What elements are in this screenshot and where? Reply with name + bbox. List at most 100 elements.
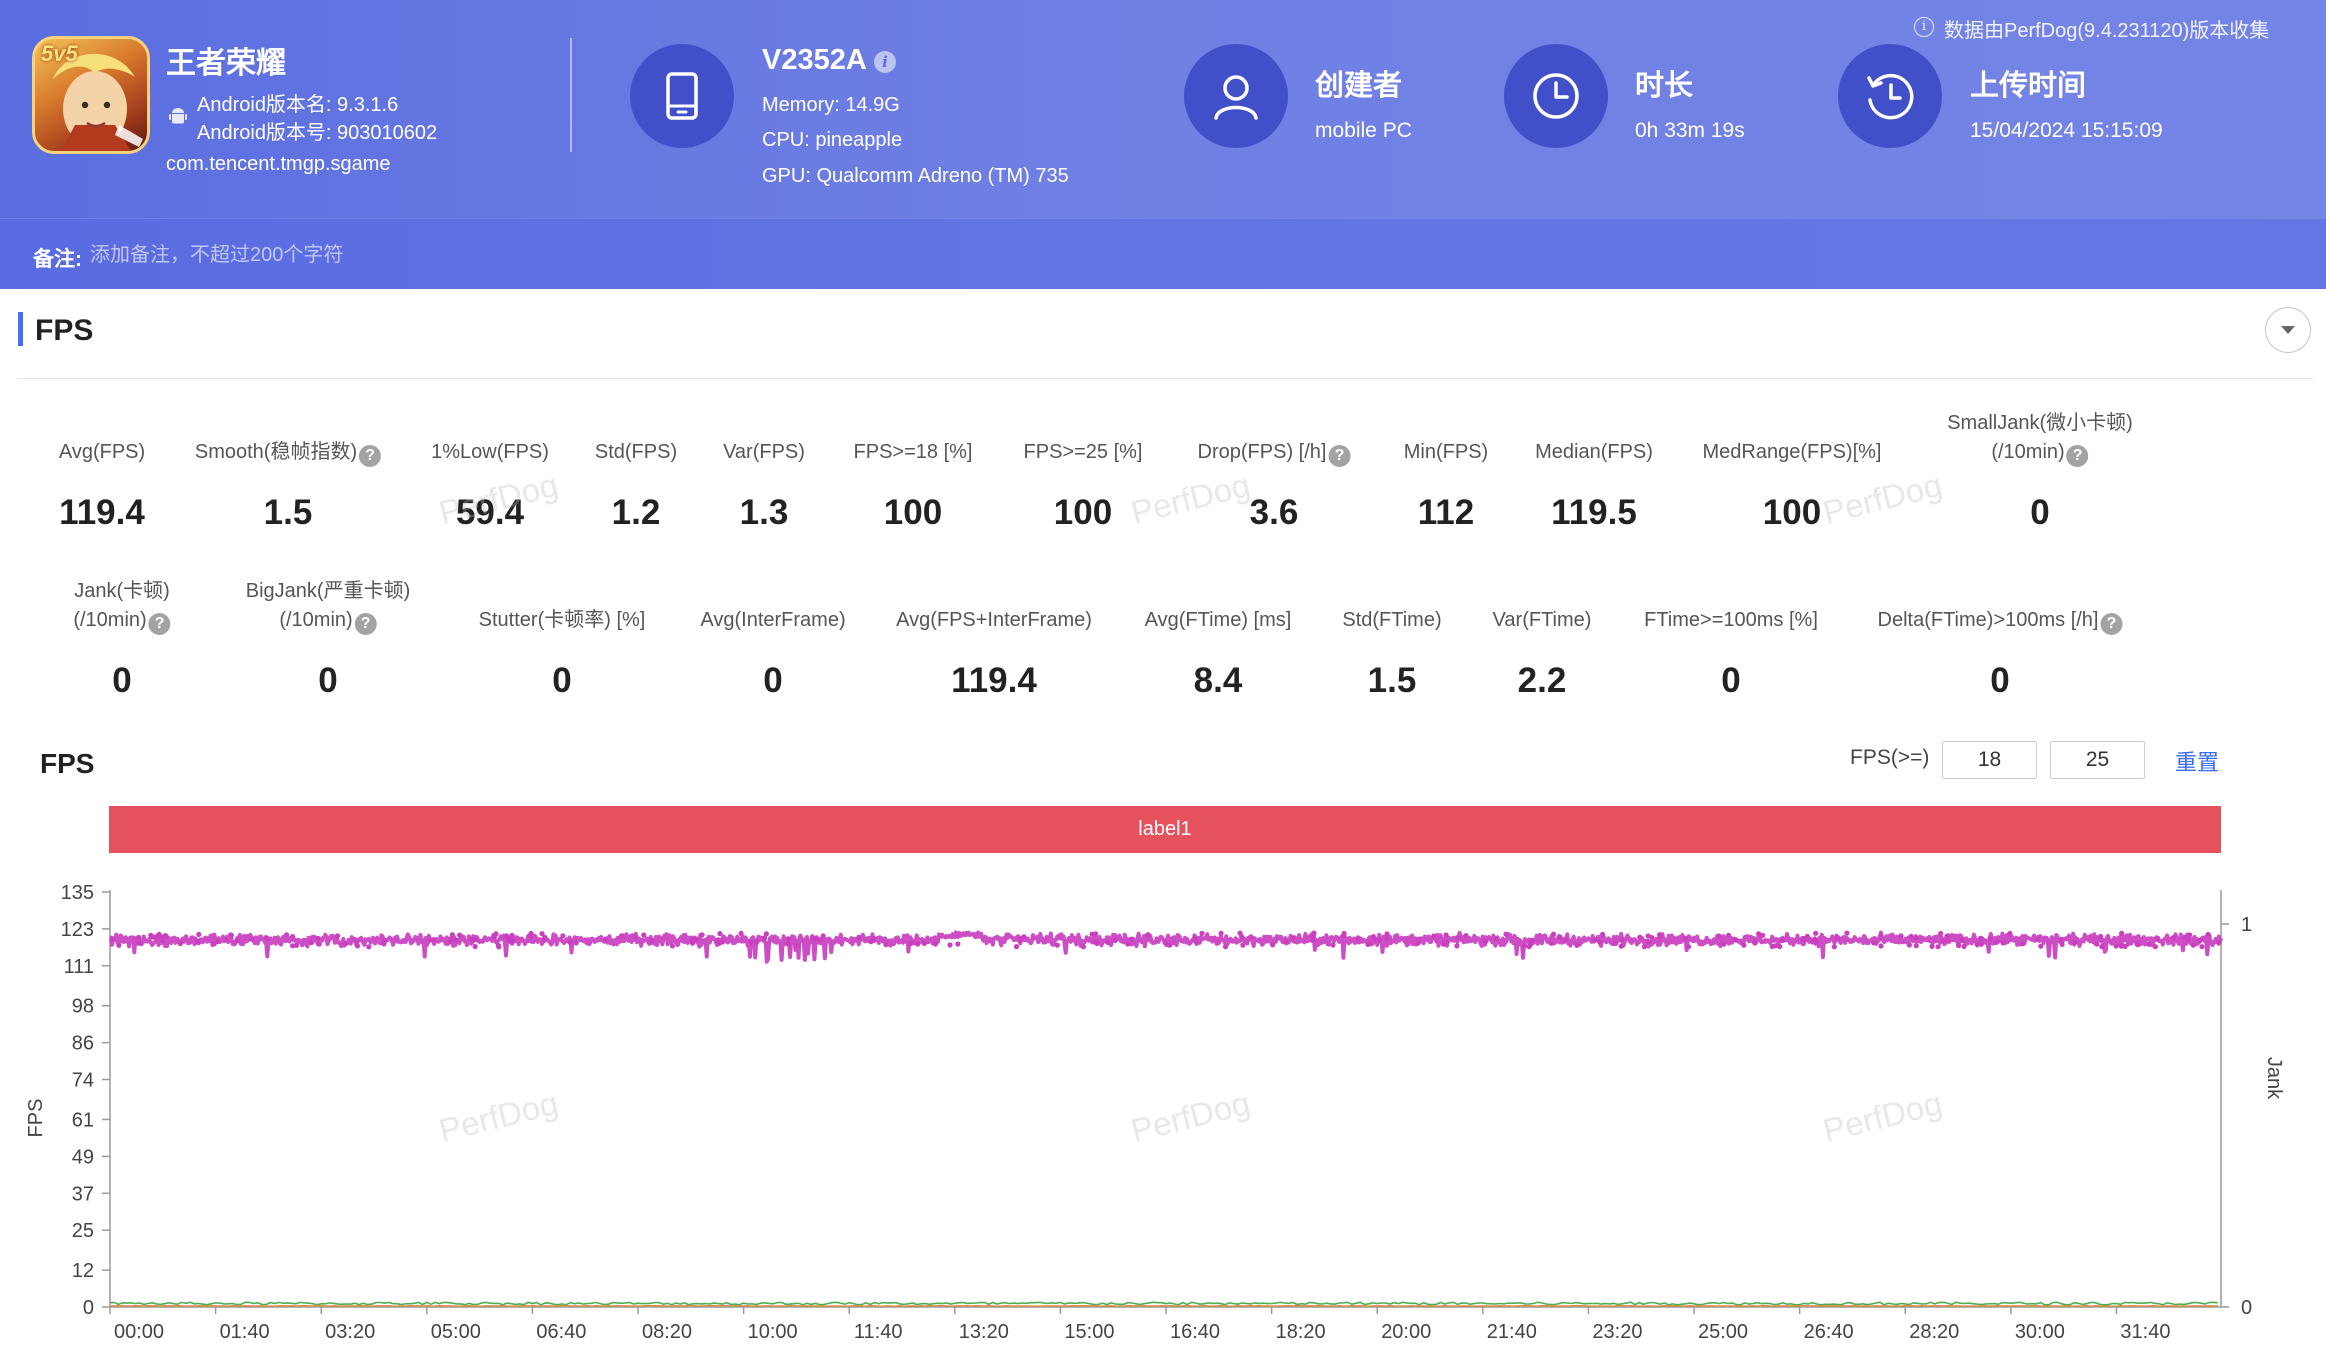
fps-point [699, 932, 705, 938]
fps-point [1619, 937, 1625, 943]
fps-point [1222, 944, 1229, 950]
help-icon[interactable]: ? [2100, 613, 2123, 635]
fps-point [366, 944, 372, 950]
upload-icon-circle [1838, 44, 1942, 148]
fps-point [342, 941, 349, 947]
fps-point [1330, 942, 1336, 948]
fps-point [248, 936, 254, 942]
label-band[interactable]: label1 [109, 806, 2221, 853]
metric-label: Std(FTime) [1342, 606, 1441, 635]
fps-point [1600, 931, 1606, 937]
fps-point [1913, 935, 1919, 941]
creator-title: 创建者 [1315, 70, 1403, 102]
note-input[interactable] [90, 239, 690, 271]
fps-point [1021, 934, 1027, 940]
metric-label: FPS>=18 [%] [854, 438, 973, 467]
fps-point [381, 941, 387, 947]
fps-point [1270, 942, 1276, 948]
fps-point [2146, 941, 2152, 947]
help-icon[interactable]: ? [359, 445, 382, 467]
fps-point [1645, 939, 1652, 945]
fps-point [817, 936, 824, 943]
fps-point [211, 941, 217, 947]
app-icon-badge: 5v5 [41, 41, 78, 66]
fps-point [2098, 933, 2104, 940]
fps-point [1725, 932, 1732, 938]
fps-point [669, 943, 676, 949]
device-memory: Memory: 14.9G [762, 94, 900, 116]
fps-point [2205, 931, 2211, 938]
fps-chart[interactable]: 135 123 111 98 86 74 61 49 37 25 12 0 1 0 FPS Jank 00:00… [0, 860, 2326, 1356]
metric-label-text: MedRange(FPS)[%] [1702, 441, 1882, 463]
fps-point [1721, 941, 1727, 947]
fps-point [1199, 930, 1205, 936]
fps-point [2170, 935, 2176, 941]
x-tick-label: 30:00 [2015, 1321, 2065, 1343]
fps-point [1526, 944, 1532, 950]
metric-label-text: Avg(FTime) [ms] [1144, 609, 1292, 631]
fps-point [2035, 936, 2041, 942]
fps-point [915, 941, 921, 947]
metric-label: Stutter(卡顿率) [%] [479, 606, 646, 635]
fps-point [1105, 939, 1111, 945]
fps-point [1945, 933, 1951, 939]
metric-label-text: BigJank(严重卡顿) [245, 580, 411, 602]
fps-point [720, 939, 726, 945]
fps-point [1054, 942, 1060, 948]
collapse-button[interactable] [2265, 307, 2311, 353]
fps-point [1961, 943, 1967, 950]
device-info-icon[interactable]: i [874, 51, 896, 73]
green-series-line [109, 1301, 2218, 1306]
fps-point [1977, 935, 1984, 941]
metric-label: 1%Low(FPS) [431, 438, 549, 467]
fps-point [2152, 944, 2158, 950]
metric-value: 1.3 [739, 493, 789, 532]
help-icon[interactable]: ? [354, 613, 377, 635]
fps-point [452, 937, 458, 943]
duration-icon-circle [1504, 44, 1608, 148]
fps-point [717, 931, 723, 937]
fps-point [955, 941, 961, 947]
source-note: 数据由PerfDog(9.4.231120)版本收集 [1944, 20, 2270, 42]
fps-point [1777, 943, 1783, 950]
y-tick-label: 61 [72, 1109, 94, 1131]
fps-threshold-input-2[interactable] [2050, 741, 2145, 779]
fps-point [308, 939, 314, 946]
metric-label-text: 1%Low(FPS) [431, 441, 549, 463]
phone-icon [666, 72, 698, 120]
metric-value: 119.4 [59, 493, 145, 532]
help-icon[interactable]: ? [1328, 445, 1351, 467]
metric-label-text: FTime>=100ms [%] [1644, 609, 1818, 631]
help-icon[interactable]: ? [2066, 445, 2089, 467]
fps-point [1741, 942, 1747, 948]
reset-button[interactable]: 重置 [2175, 745, 2219, 777]
fps-point [1935, 944, 1941, 950]
fps-point [1878, 943, 1884, 949]
x-tick-label: 00:00 [114, 1321, 164, 1343]
app-name: 王者荣耀 [166, 47, 286, 80]
fps-threshold-input-1[interactable] [1942, 741, 2037, 779]
fps-point [2190, 942, 2196, 948]
fps-point [1943, 938, 1949, 944]
fps-point [753, 938, 759, 944]
metric-label-unit: (/10min)? [1947, 438, 2133, 467]
fps-point [1929, 943, 1935, 949]
fps-point [1550, 931, 1557, 937]
metric-label-text: Drop(FPS) [/h]? [1198, 438, 1351, 467]
metric-label: Avg(FPS+InterFrame) [896, 606, 1092, 635]
header-info: 5v5 王者荣耀 Android版本名: 9.3.1.6 Android版本号:… [0, 0, 2326, 218]
fps-point [136, 934, 142, 940]
fps-point [496, 944, 502, 950]
y-tick-label: 98 [72, 996, 94, 1018]
help-icon[interactable]: ? [148, 613, 171, 635]
metric-label-text: Median(FPS) [1535, 441, 1653, 463]
fps-point [449, 932, 455, 938]
app-version-code: Android版本号: 903010602 [197, 122, 438, 144]
fps-point [714, 937, 721, 943]
fps-point [785, 936, 791, 942]
fps-point [690, 936, 696, 942]
fps-threshold-label: FPS(>=) [1850, 746, 1930, 769]
x-tick-label: 21:40 [1487, 1321, 1537, 1343]
metric-label: Avg(InterFrame) [700, 606, 845, 635]
metric-value: 1.5 [263, 493, 313, 532]
